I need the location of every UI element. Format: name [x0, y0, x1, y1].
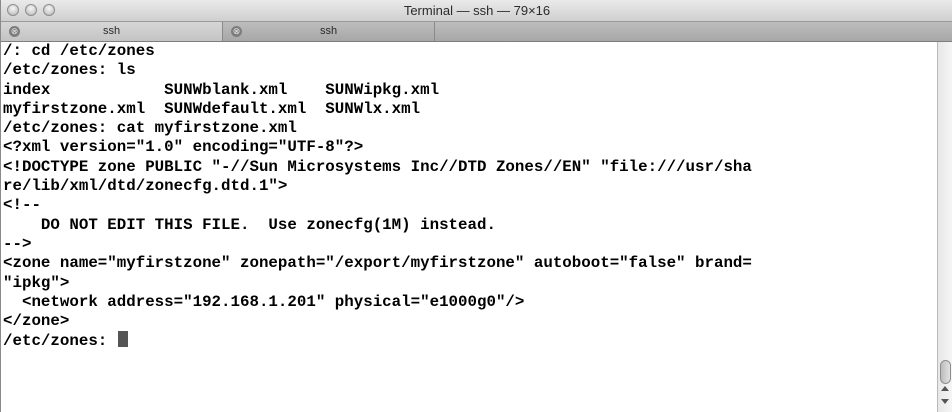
text-cursor [117, 331, 128, 348]
terminal-line: myfirstzone.xml SUNWdefault.xml SUNWlx.x… [3, 99, 421, 118]
shell-prompt: /etc/zones: [3, 332, 117, 351]
terminal-output[interactable]: /: cd /etc/zones /etc/zones: ls index SU… [1, 42, 937, 412]
terminal-line: <network address="192.168.1.201" physica… [3, 292, 525, 311]
terminal-line: <?xml version="1.0" encoding="UTF-8"?> [3, 138, 364, 157]
terminal-line: /etc/zones: ls [3, 61, 136, 80]
terminal-line: <!DOCTYPE zone PUBLIC "-//Sun Microsyste… [3, 157, 752, 176]
terminal-line: <!-- [3, 196, 41, 215]
terminal-line: re/lib/xml/dtd/zonecfg.dtd.1"> [3, 177, 288, 196]
terminal-line: </zone> [3, 312, 70, 331]
terminal-window: Terminal — ssh — 79×16 ⊗ ssh ⊗ ssh /: cd… [0, 0, 952, 412]
window-title: Terminal — ssh — 79×16 [403, 3, 551, 18]
terminal-line: "ipkg"> [3, 273, 70, 292]
scroll-down-arrow-icon[interactable] [941, 399, 949, 404]
tab-ssh-2[interactable]: ⊗ ssh [223, 22, 435, 41]
terminal-line: <zone name="myfirstzone" zonepath="/expo… [3, 254, 752, 273]
title-bar[interactable]: Terminal — ssh — 79×16 [1, 0, 952, 22]
scrollbar-thumb[interactable] [940, 360, 951, 384]
terminal-line: /etc/zones: cat myfirstzone.xml [3, 119, 297, 138]
vertical-scrollbar[interactable] [937, 42, 952, 412]
terminal-line: /: cd /etc/zones [3, 42, 155, 60]
terminal-line: index SUNWblank.xml SUNWipkg.xml [3, 80, 440, 99]
tab-label: ssh [319, 25, 338, 37]
prompt-line[interactable]: /etc/zones: [3, 331, 937, 350]
scroll-up-arrow-icon[interactable] [941, 386, 949, 391]
tab-bar: ⊗ ssh ⊗ ssh [1, 22, 952, 42]
tab-ssh-1[interactable]: ⊗ ssh [1, 22, 223, 41]
terminal-line: DO NOT EDIT THIS FILE. Use zonecfg(1M) i… [3, 215, 496, 234]
terminal-line: --> [3, 234, 32, 253]
tab-label: ssh [102, 25, 121, 37]
